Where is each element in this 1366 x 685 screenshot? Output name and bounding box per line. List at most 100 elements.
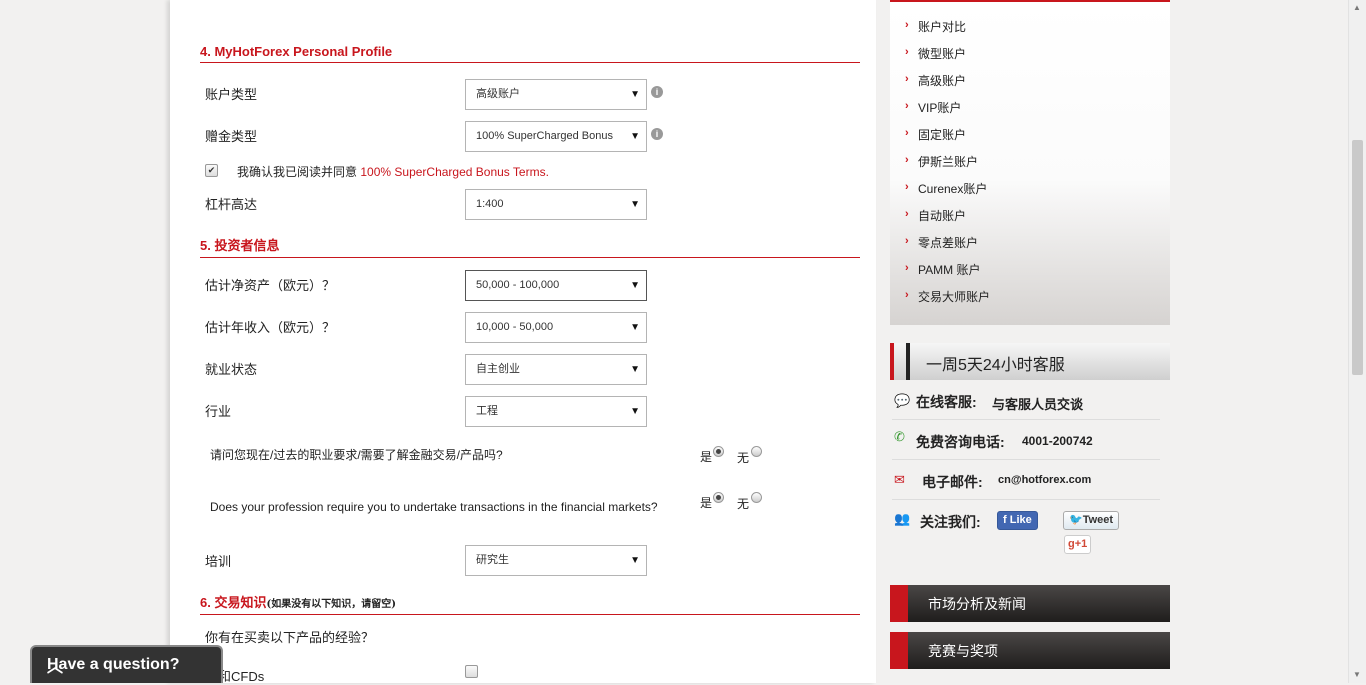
chevron-down-icon: ▼	[630, 364, 640, 375]
sidebar-menu-item[interactable]: 零点差账户	[918, 234, 978, 251]
bonus-terms-checkbox[interactable]: ✔	[205, 164, 218, 177]
chevron-down-icon: ▼	[630, 406, 640, 417]
info-icon[interactable]: i	[651, 86, 663, 98]
cfd-checkbox[interactable]	[465, 665, 478, 678]
annual-income-value: 10,000 - 50,000	[476, 321, 554, 333]
tweet-button[interactable]: 🐦Tweet	[1063, 511, 1120, 530]
section-title-profile: 4. MyHotForex Personal Profile	[200, 44, 860, 63]
sidebar-menu-item[interactable]: 账户对比	[918, 18, 966, 35]
email-label: 电子邮件:	[922, 474, 983, 490]
phone-row: ✆ 免费咨询电话: 4001-200742	[892, 420, 1160, 460]
vertical-scrollbar[interactable]: ▲ ▼	[1348, 0, 1366, 683]
knowledge-subtitle: (如果没有以下知识，请留空)	[266, 599, 396, 610]
scroll-up-arrow-icon[interactable]: ▲	[1353, 3, 1361, 12]
radio-no-en[interactable]	[751, 492, 762, 503]
support-title: 一周5天24小时客服	[926, 357, 1065, 374]
sidebar-menu-item[interactable]: PAMM 账户	[918, 261, 980, 278]
sidebar-menu-item[interactable]: 自动账户	[918, 207, 966, 224]
facebook-like-button[interactable]: f Like	[997, 511, 1038, 530]
sidebar-menu-item[interactable]: 伊斯兰账户	[918, 153, 978, 170]
account-type-value: 高级账户	[476, 88, 520, 100]
tweet-label: Tweet	[1082, 514, 1114, 526]
chat-bubble-icon: 💬	[894, 393, 911, 408]
industry-value: 工程	[476, 405, 498, 417]
net-worth-select[interactable]: 50,000 - 100,000 ▼	[465, 270, 647, 301]
sidebar-menu-item[interactable]: 固定账户	[918, 126, 966, 143]
market-news-label: 市场分析及新闻	[928, 596, 1026, 612]
industry-label: 行业	[205, 404, 232, 419]
radio-no-label: 无	[737, 451, 750, 465]
support-header: 一周5天24小时客服	[890, 343, 1170, 380]
employment-select[interactable]: 自主创业 ▼	[465, 354, 647, 385]
market-news-header[interactable]: 市场分析及新闻	[890, 585, 1170, 622]
chevron-down-icon: ▼	[630, 131, 640, 142]
chevron-right-icon: ›	[905, 289, 909, 301]
like-label: Like	[1009, 514, 1032, 526]
annual-income-select[interactable]: 10,000 - 50,000 ▼	[465, 312, 647, 343]
phone-label: 免费咨询电话:	[916, 434, 1005, 450]
bonus-type-select[interactable]: 100% SuperCharged Bonus ▼	[465, 121, 647, 152]
annual-income-label: 估计年收入（欧元）？	[205, 320, 336, 335]
leverage-label: 杠杆高达	[205, 197, 258, 212]
have-question-widget[interactable]: Have a question? ︿	[30, 645, 223, 683]
account-type-select[interactable]: 高级账户 ▼	[465, 79, 647, 110]
chevron-down-icon: ▼	[630, 199, 640, 210]
users-icon: 👥	[894, 511, 911, 526]
radio-yes-en[interactable]	[713, 492, 724, 503]
sidebar-menu-item[interactable]: Curenex账户	[918, 180, 987, 197]
chevron-right-icon: ›	[905, 154, 909, 166]
chevron-right-icon: ›	[905, 127, 909, 139]
envelope-icon: ✉	[894, 472, 905, 487]
live-chat-link[interactable]: 与客服人员交谈	[992, 394, 1083, 413]
contests-header[interactable]: 竞赛与奖项	[890, 632, 1170, 669]
chevron-down-icon: ▼	[630, 89, 640, 100]
section-title-knowledge: 6. 交易知识(如果没有以下知识，请留空)	[200, 592, 860, 615]
gplus-label: +1	[1074, 538, 1088, 550]
leverage-select[interactable]: 1:400 ▼	[465, 189, 647, 220]
bonus-type-label: 赠金类型	[205, 129, 258, 144]
google-plus-button[interactable]: g+1	[1064, 535, 1092, 554]
radio-yes-label: 是	[700, 450, 713, 464]
net-worth-value: 50,000 - 100,000	[476, 279, 560, 291]
radio-no-cn[interactable]	[751, 446, 762, 457]
radio-no-label: 无	[737, 497, 750, 511]
chevron-up-icon: ︿	[47, 659, 64, 676]
bonus-terms-link[interactable]: 100% SuperCharged Bonus Terms.	[360, 165, 549, 179]
employment-label: 就业状态	[205, 362, 258, 377]
profession-question-cn: 请问您现在/过去的职业要求/需要了解金融交易/产品吗?	[210, 448, 503, 462]
chevron-down-icon: ▼	[630, 280, 640, 291]
knowledge-title: 6. 交易知识	[200, 595, 267, 610]
radio-yes-label: 是	[700, 496, 713, 510]
chevron-right-icon: ›	[905, 262, 909, 274]
phone-icon: ✆	[894, 429, 905, 444]
section-title-investor: 5. 投资者信息	[200, 235, 860, 258]
leverage-value: 1:400	[476, 198, 504, 210]
scroll-thumb[interactable]	[1352, 140, 1363, 375]
email-link[interactable]: cn@hotforex.com	[998, 474, 1091, 486]
net-worth-label: 估计净资产（欧元）？	[205, 278, 336, 293]
sidebar-menu-item[interactable]: 微型账户	[918, 45, 966, 62]
scroll-down-arrow-icon[interactable]: ▼	[1353, 670, 1361, 679]
industry-select[interactable]: 工程 ▼	[465, 396, 647, 427]
chevron-right-icon: ›	[905, 46, 909, 58]
education-label: 培训	[205, 554, 232, 569]
education-select[interactable]: 研究生 ▼	[465, 545, 647, 576]
bonus-terms-prefix: 我确认我已阅读并同意	[237, 165, 358, 179]
chevron-right-icon: ›	[905, 235, 909, 247]
sidebar-menu-item[interactable]: 高级账户	[918, 72, 966, 89]
chevron-down-icon: ▼	[630, 322, 640, 333]
bonus-terms-text: 我确认我已阅读并同意 100% SuperCharged Bonus Terms…	[237, 163, 549, 180]
chevron-right-icon: ›	[905, 100, 909, 112]
live-chat-label: 在线客服:	[916, 394, 977, 410]
chevron-down-icon: ▼	[630, 555, 640, 566]
info-icon[interactable]: i	[651, 128, 663, 140]
radio-yes-cn[interactable]	[713, 446, 724, 457]
sidebar-menu-item[interactable]: VIP账户	[918, 99, 961, 116]
sidebar-menu-item[interactable]: 交易大师账户	[918, 288, 990, 305]
follow-label: 关注我们:	[920, 514, 981, 530]
chevron-right-icon: ›	[905, 19, 909, 31]
phone-value: 4001-200742	[1022, 434, 1093, 448]
chevron-right-icon: ›	[905, 208, 909, 220]
header-accent-bar	[906, 343, 910, 380]
bonus-type-value: 100% SuperCharged Bonus	[476, 130, 613, 142]
